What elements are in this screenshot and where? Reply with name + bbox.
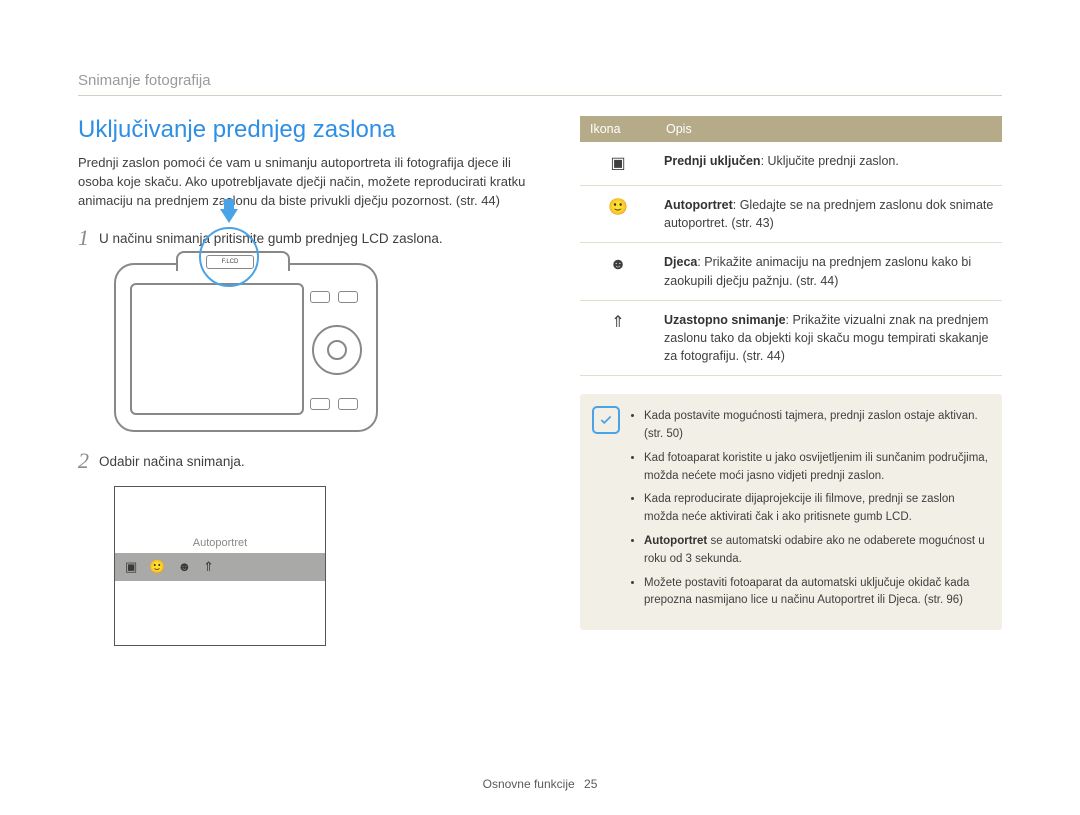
note-item: Autoportret se automatski odabire ako ne… — [644, 533, 988, 569]
table-desc: Djeca: Prikažite animaciju na prednjem z… — [656, 243, 1002, 300]
camera-dpad — [312, 325, 362, 375]
children-icon: ☻ — [580, 243, 656, 300]
table-row: ⇑ Uzastopno snimanje: Prikažite vizualni… — [580, 300, 1002, 375]
page-footer: Osnovne funkcije 25 — [0, 777, 1080, 791]
front-on-icon: ▣ — [125, 559, 137, 575]
manual-page: Snimanje fotografija Uključivanje prednj… — [0, 0, 1080, 646]
step-number: 2 — [78, 450, 89, 472]
camera-button — [310, 291, 330, 303]
content-columns: Uključivanje prednjeg zaslona Prednji za… — [78, 116, 1002, 646]
left-column: Uključivanje prednjeg zaslona Prednji za… — [78, 116, 540, 646]
step-text: U načinu snimanja pritisnite gumb prednj… — [99, 227, 443, 249]
camera-button — [338, 398, 358, 410]
section-title: Uključivanje prednjeg zaslona — [78, 116, 540, 144]
note-icon — [592, 406, 620, 434]
step-1: 1 U načinu snimanja pritisnite gumb pred… — [78, 227, 540, 249]
jump-icon: ⇑ — [203, 559, 214, 575]
camera-lcd — [130, 283, 304, 415]
arrow-down-icon — [220, 209, 238, 223]
camera-body: F.LCD — [114, 263, 378, 432]
lcd-mode-label: Autoportret — [115, 537, 325, 549]
table-desc: Autoportret: Gledajte se na prednjem zas… — [656, 186, 1002, 243]
page-number: 25 — [584, 777, 597, 791]
note-item: Kada postavite mogućnosti tajmera, predn… — [644, 408, 988, 444]
children-icon: ☻ — [177, 559, 191, 574]
selfportrait-icon: 🙂 — [580, 186, 656, 243]
camera-illustration: F.LCD — [114, 263, 404, 432]
right-column: Ikona Opis ▣ Prednji uključen: Uključite… — [580, 116, 1002, 646]
note-box: Kada postavite mogućnosti tajmera, predn… — [580, 394, 1002, 630]
note-item: Kad fotoaparat koristite u jako osvijetl… — [644, 450, 988, 486]
step-number: 1 — [78, 227, 89, 249]
step-text: Odabir načina snimanja. — [99, 450, 245, 472]
table-desc: Prednji uključen: Uključite prednji zasl… — [656, 142, 1002, 186]
intro-text: Prednji zaslon pomoći će vam u snimanju … — [78, 154, 540, 211]
breadcrumb: Snimanje fotografija — [78, 72, 1002, 96]
table-row: 🙂 Autoportret: Gledajte se na prednjem z… — [580, 186, 1002, 243]
table-desc: Uzastopno snimanje: Prikažite vizualni z… — [656, 300, 1002, 375]
note-item: Kada reproducirate dijaprojekcije ili fi… — [644, 491, 988, 527]
flcd-button-label: F.LCD — [206, 255, 254, 269]
camera-button — [338, 291, 358, 303]
footer-section: Osnovne funkcije — [483, 777, 575, 791]
table-header-desc: Opis — [656, 116, 1002, 142]
front-on-icon: ▣ — [580, 142, 656, 186]
selfportrait-icon: 🙂 — [149, 559, 165, 575]
step-2: 2 Odabir načina snimanja. — [78, 450, 540, 472]
jump-icon: ⇑ — [580, 300, 656, 375]
note-list: Kada postavite mogućnosti tajmera, predn… — [630, 408, 988, 610]
note-item: Možete postaviti fotoaparat da automatsk… — [644, 575, 988, 611]
icon-description-table: Ikona Opis ▣ Prednji uključen: Uključite… — [580, 116, 1002, 376]
lcd-icon-band: ▣ 🙂 ☻ ⇑ — [115, 553, 325, 581]
table-row: ☻ Djeca: Prikažite animaciju na prednjem… — [580, 243, 1002, 300]
table-row: ▣ Prednji uključen: Uključite prednji za… — [580, 142, 1002, 186]
table-header-icon: Ikona — [580, 116, 656, 142]
camera-button — [310, 398, 330, 410]
lcd-preview: Autoportret ▣ 🙂 ☻ ⇑ — [114, 486, 326, 646]
